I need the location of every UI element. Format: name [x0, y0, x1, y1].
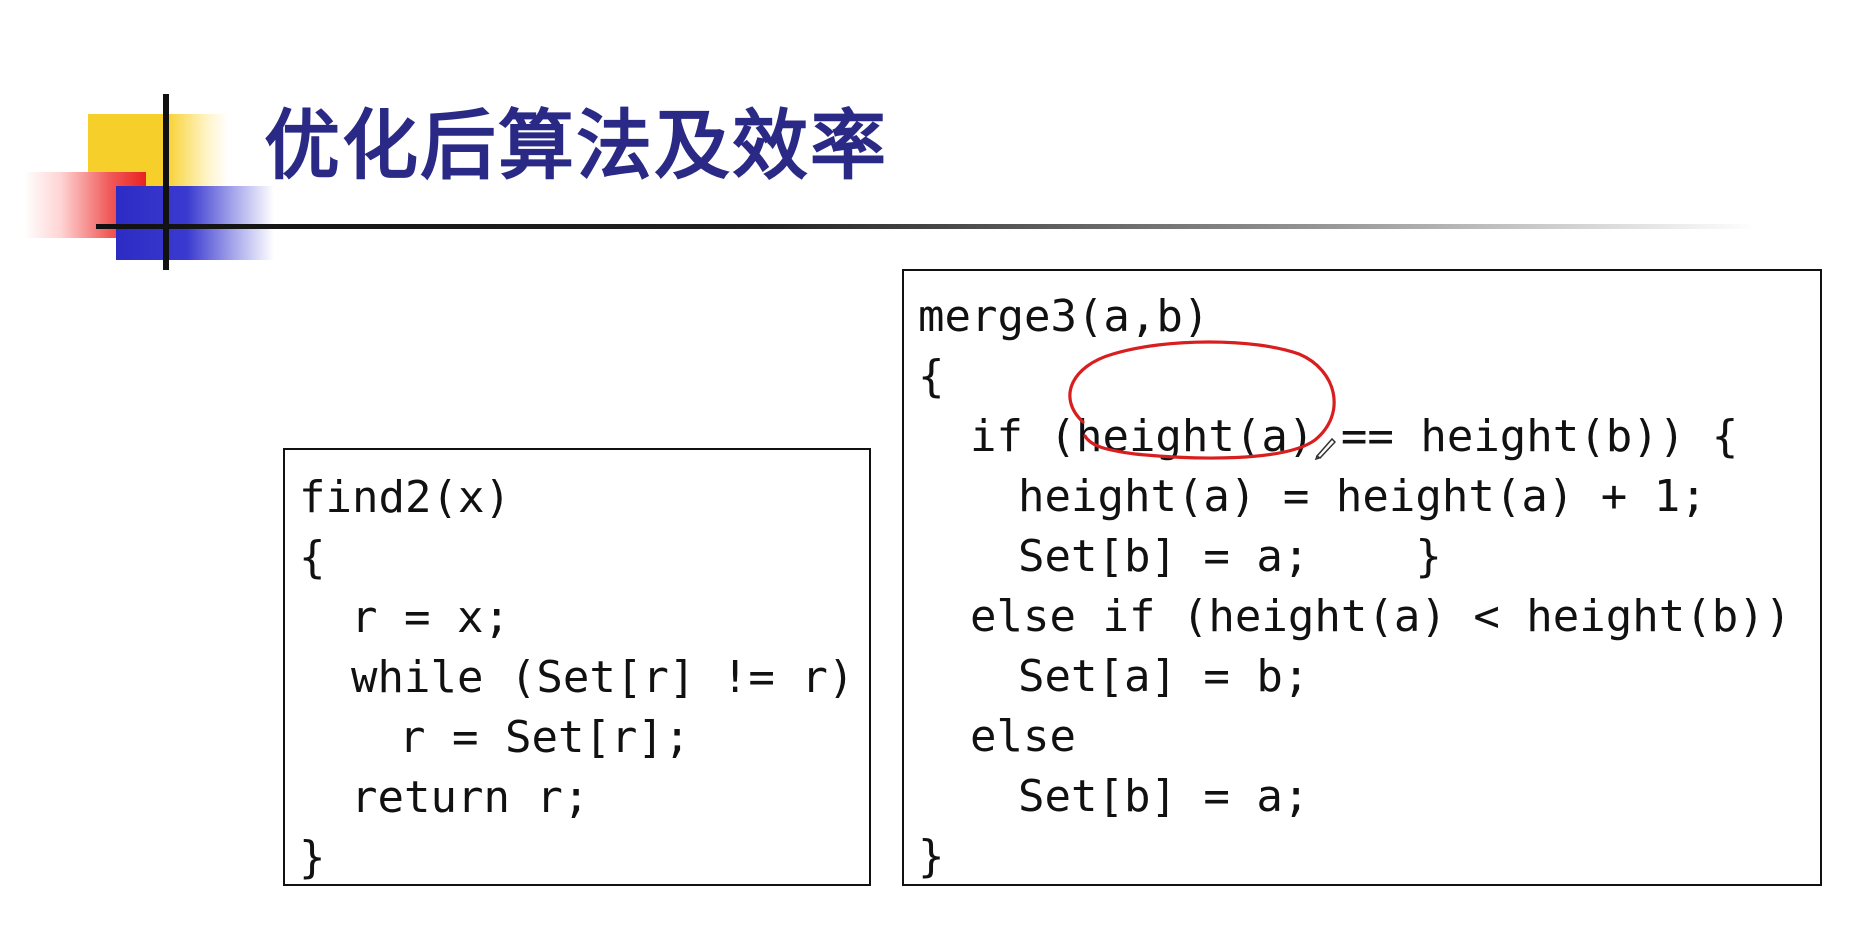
code-line: return r; — [351, 772, 590, 823]
code-line: while (Set[r] != r) — [351, 652, 855, 703]
code-line: merge3(a,b) — [918, 291, 1210, 342]
code-line: else if (height(a) < height(b)) — [970, 591, 1792, 642]
merge3-code-box: merge3(a,b) { if (height(a) == height(b)… — [902, 269, 1822, 886]
pen-cursor-icon — [1314, 437, 1336, 460]
code-line: } — [299, 832, 326, 883]
find2-code-box: find2(x) { r = x; while (Set[r] != r) r … — [283, 448, 871, 886]
code-line: height(a) = height(a) + 1; — [1018, 471, 1707, 522]
title-underline-rule — [96, 224, 1756, 229]
code-line: r = x; — [351, 592, 510, 643]
code-line: Set[b] = a; } — [1018, 531, 1442, 582]
code-line: Set[b] = a; — [1018, 771, 1310, 822]
code-line: r = Set[r]; — [399, 712, 691, 763]
decorative-blue-block — [116, 186, 274, 260]
decorative-vertical-line — [163, 94, 169, 270]
code-line: else — [970, 711, 1076, 762]
page-title: 优化后算法及效率 — [264, 101, 888, 190]
code-line: { — [918, 351, 945, 402]
code-line: { — [299, 532, 326, 583]
code-line: find2(x) — [299, 472, 511, 523]
code-line: Set[a] = b; — [1018, 651, 1310, 702]
code-line: if (height(a) == height(b)) { — [970, 411, 1739, 462]
code-line: } — [918, 831, 945, 882]
